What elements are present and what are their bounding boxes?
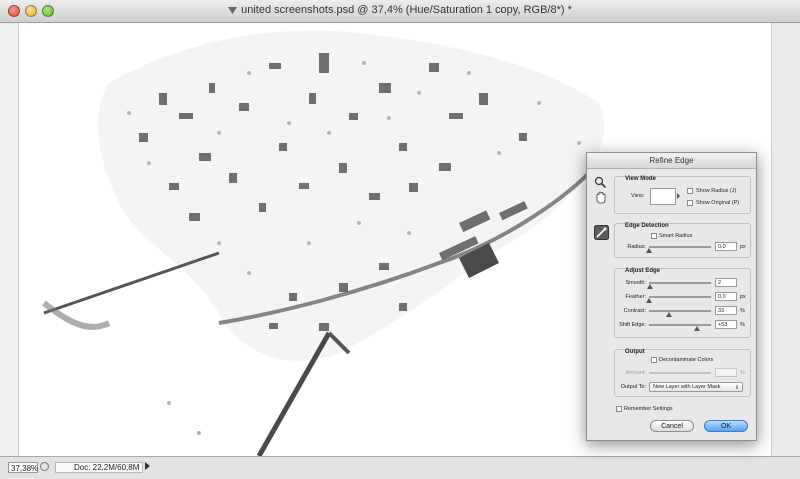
amount-unit: %	[740, 370, 745, 376]
radius-label: Radius:	[627, 244, 646, 250]
amount-field[interactable]	[715, 368, 737, 377]
smooth-label: Smooth:	[625, 280, 646, 286]
feather-field[interactable]: 0,0	[715, 292, 737, 301]
feather-slider-thumb[interactable]	[646, 298, 652, 303]
left-panel-edge	[0, 23, 19, 456]
output-title: Output	[625, 349, 645, 355]
document-title-text: united screenshots.psd @ 37,4% (Hue/Satu…	[241, 4, 572, 16]
select-caret-icon: ⇕	[734, 385, 739, 391]
smooth-slider-thumb[interactable]	[647, 284, 653, 289]
ok-button[interactable]: OK	[704, 420, 748, 432]
view-mode-title: View Mode	[625, 176, 656, 182]
view-mode-group: View Mode View:	[614, 176, 751, 214]
status-info-icon[interactable]	[40, 462, 49, 471]
radius-slider[interactable]	[649, 246, 711, 248]
show-original-checkbox[interactable]	[687, 200, 693, 206]
contrast-unit: %	[740, 308, 745, 314]
contrast-label: Contrast:	[623, 308, 646, 314]
cancel-button[interactable]: Cancel	[650, 420, 694, 432]
shift-edge-unit: %	[740, 322, 745, 328]
decontaminate-checkbox[interactable]	[651, 357, 657, 363]
output-to-label: Output To:	[620, 384, 646, 390]
contrast-slider-thumb[interactable]	[666, 312, 672, 317]
title-bar: united screenshots.psd @ 37,4% (Hue/Satu…	[0, 0, 800, 23]
remember-settings-checkbox[interactable]	[616, 406, 622, 412]
view-dropdown-arrow-icon[interactable]	[677, 193, 680, 199]
output-to-select[interactable]: New Layer with Layer Mask ⇕	[649, 382, 743, 392]
remember-settings-label: Remember Settings	[624, 406, 673, 412]
view-label: View:	[631, 193, 645, 199]
feather-unit: px	[740, 294, 746, 300]
radius-unit: px	[740, 244, 746, 250]
smooth-field[interactable]: 2	[715, 278, 737, 287]
status-menu-arrow-icon[interactable]	[145, 462, 150, 470]
show-radius-checkbox[interactable]	[687, 188, 693, 194]
show-radius-label: Show Radius (J)	[696, 188, 737, 194]
smooth-slider[interactable]	[649, 282, 711, 284]
smart-radius-checkbox[interactable]	[651, 233, 657, 239]
shift-edge-slider-thumb[interactable]	[694, 326, 700, 331]
amount-slider[interactable]	[649, 372, 711, 374]
zoom-tool-icon[interactable]	[594, 176, 607, 189]
hand-tool-icon[interactable]	[594, 191, 607, 204]
edge-detection-group: Edge Detection	[614, 223, 751, 258]
radius-field[interactable]: 0,0	[715, 242, 737, 251]
amount-label: Amount:	[625, 370, 646, 376]
feather-slider[interactable]	[649, 296, 711, 298]
dialog-title: Refine Edge	[587, 153, 756, 169]
radius-slider-thumb[interactable]	[646, 248, 652, 253]
shift-edge-field[interactable]: +53	[715, 320, 737, 329]
contrast-field[interactable]: 33	[715, 306, 737, 315]
refine-radius-tool-icon[interactable]	[594, 225, 609, 240]
smart-radius-label: Smart Radius	[659, 233, 693, 239]
refine-edge-dialog: Refine Edge View Mode View: Show Radius …	[586, 152, 757, 441]
contrast-slider[interactable]	[649, 310, 711, 312]
show-original-label: Show Original (P)	[696, 200, 740, 206]
adjust-edge-title: Adjust Edge	[625, 268, 661, 274]
document-proxy-icon[interactable]	[228, 6, 238, 14]
decontaminate-label: Decontaminate Colors	[659, 357, 714, 363]
status-bar: 37,38% Doc: 22,2M/60,8M	[0, 456, 800, 479]
output-to-value: New Layer with Layer Mask	[653, 384, 721, 390]
shift-edge-label: Shift Edge:	[619, 322, 646, 328]
document-title: united screenshots.psd @ 37,4% (Hue/Satu…	[0, 4, 800, 16]
view-mode-preview[interactable]	[650, 188, 676, 205]
edge-detection-title: Edge Detection	[625, 223, 669, 229]
feather-label: Feather:	[625, 294, 646, 300]
zoom-level-field[interactable]: 37,38%	[8, 462, 38, 473]
shift-edge-slider[interactable]	[649, 324, 711, 326]
photoshop-window: united screenshots.psd @ 37,4% (Hue/Satu…	[0, 0, 800, 479]
right-panel-edge	[771, 23, 800, 456]
document-size-info: Doc: 22,2M/60,8M	[55, 462, 143, 473]
